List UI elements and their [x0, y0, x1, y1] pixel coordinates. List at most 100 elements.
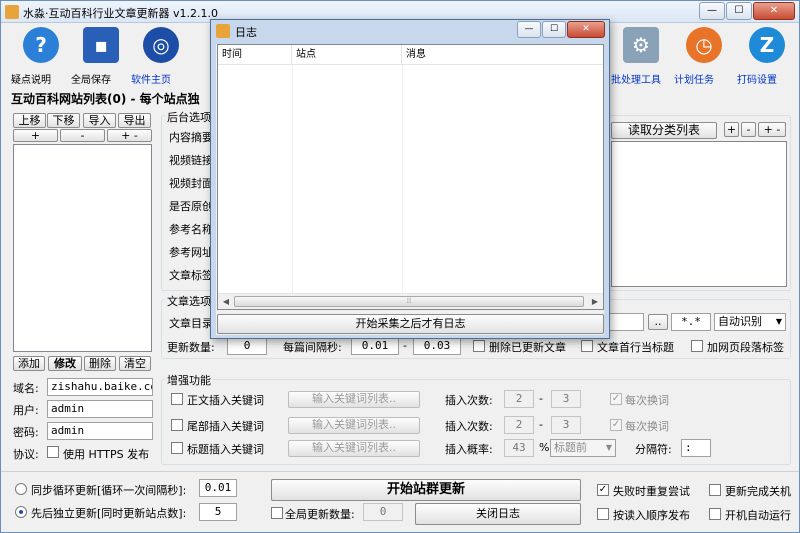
user-field[interactable]: admin: [47, 400, 153, 418]
global-count-checkbox[interactable]: [271, 507, 283, 519]
body-change-word-checkbox[interactable]: ✓: [610, 393, 622, 405]
independent-count-field[interactable]: 5: [199, 503, 237, 521]
log-dialog-client: 时间 站点 消息 ◀ ⦙⦙⦙ ▶ 开始采集之后才有日志: [216, 44, 604, 335]
backend-field-label: 视频封面: [169, 177, 213, 190]
toolbar-label: 全局保存: [71, 75, 111, 86]
minimize-button[interactable]: —: [699, 2, 725, 20]
interval-min-field[interactable]: 0.01: [351, 337, 399, 355]
remove-site-small-button[interactable]: -: [60, 129, 105, 142]
independent-mode-radio[interactable]: [15, 506, 27, 518]
toolbar-schedule[interactable]: ◷ 计划任务: [674, 27, 734, 86]
title-keyword-checkbox[interactable]: [171, 442, 183, 454]
log-minimize-button[interactable]: —: [517, 21, 541, 38]
shutdown-checkbox[interactable]: [709, 484, 721, 496]
interval-dash: -: [403, 339, 407, 352]
password-field[interactable]: admin: [47, 422, 153, 440]
log-dialog-titlebar[interactable]: 日志 — ☐ ✕: [211, 20, 609, 42]
scroll-thumb[interactable]: ⦙⦙⦙: [234, 296, 584, 307]
domain-field[interactable]: zishahu.baike.com: [47, 378, 153, 396]
browse-button[interactable]: ..: [648, 314, 668, 330]
title-position-select[interactable]: 标题前: [550, 439, 616, 457]
body-count-min[interactable]: 2: [504, 390, 534, 408]
category-toggle-button[interactable]: + -: [758, 122, 786, 137]
partial-icon: [193, 27, 211, 63]
move-up-button[interactable]: 上移: [13, 113, 46, 128]
encoding-select[interactable]: 自动识别: [714, 313, 786, 331]
scroll-right-icon[interactable]: ▶: [587, 294, 603, 309]
category-remove-button[interactable]: -: [741, 122, 756, 137]
enhance-group-title: 增强功能: [165, 372, 213, 388]
log-close-button[interactable]: ✕: [567, 21, 605, 38]
update-count-label: 更新数量:: [167, 341, 215, 354]
delete-updated-checkbox[interactable]: [473, 340, 485, 352]
toggle-site-small-button[interactable]: + -: [107, 129, 152, 142]
log-maximize-button[interactable]: ☐: [542, 21, 566, 38]
retry-checkbox[interactable]: ✓: [597, 484, 609, 496]
site-listbox[interactable]: [13, 144, 152, 352]
scroll-left-icon[interactable]: ◀: [218, 294, 234, 309]
log-column-site[interactable]: 站点: [292, 45, 402, 65]
toolbar-save[interactable]: ▪ 全局保存: [71, 27, 131, 86]
body-change-word-label: 每次换词: [625, 394, 669, 407]
add-button[interactable]: 添加: [13, 356, 45, 371]
category-listbox[interactable]: [611, 141, 787, 287]
article-dir-field[interactable]: [606, 313, 644, 331]
body-count-max[interactable]: 3: [551, 390, 581, 408]
autorun-checkbox[interactable]: [709, 508, 721, 520]
tail-keyword-checkbox[interactable]: [171, 419, 183, 431]
article-group-title: 文章选项: [165, 293, 213, 309]
append-tail-checkbox[interactable]: [691, 340, 703, 352]
log-listview[interactable]: 时间 站点 消息 ◀ ⦙⦙⦙ ▶: [217, 44, 604, 310]
body-keyword-checkbox[interactable]: [171, 393, 183, 405]
sequential-checkbox[interactable]: [597, 508, 609, 520]
log-column-headers: 时间 站点 消息: [218, 45, 603, 65]
column-divider: [402, 65, 403, 293]
add-site-small-button[interactable]: +: [13, 129, 58, 142]
independent-mode-label: 先后独立更新[同时更新站点数]:: [31, 507, 187, 520]
maximize-button[interactable]: ☐: [726, 2, 752, 20]
close-log-button[interactable]: 关闭日志: [415, 503, 581, 525]
toolbar-homepage[interactable]: ◎ 软件主页: [131, 27, 191, 86]
log-column-message[interactable]: 消息: [402, 45, 602, 65]
backend-field-label: 参考名称: [169, 223, 213, 236]
body-keyword-list-button[interactable]: 输入关键词列表..: [288, 391, 420, 408]
global-count-field[interactable]: 0: [363, 503, 403, 521]
close-button[interactable]: ✕: [753, 2, 795, 20]
sync-interval-field[interactable]: 0.01: [199, 479, 237, 497]
log-horizontal-scrollbar[interactable]: ◀ ⦙⦙⦙ ▶: [218, 293, 603, 309]
https-checkbox[interactable]: [47, 446, 59, 458]
clear-button[interactable]: 清空: [119, 356, 151, 371]
first-line-title-checkbox[interactable]: [581, 340, 593, 352]
title-probability-field[interactable]: 43: [504, 439, 534, 457]
export-button[interactable]: 导出: [118, 113, 151, 128]
save-icon: ▪: [83, 27, 119, 63]
edit-button[interactable]: 修改: [48, 356, 82, 371]
toolbar-captcha[interactable]: Z 打码设置: [737, 27, 797, 86]
toolbar-partial[interactable]: 89: [193, 27, 211, 63]
toolbar-batch[interactable]: ⚙ 批处理工具: [611, 27, 671, 86]
toolbar-label: 批处理工具: [611, 75, 661, 86]
tail-count-label: 插入次数:: [445, 420, 493, 433]
title-keyword-list-button[interactable]: 输入关键词列表..: [288, 440, 420, 457]
update-count-field[interactable]: 0: [227, 337, 267, 355]
tail-count-max[interactable]: 3: [551, 416, 581, 434]
toolbar-label: 软件主页: [131, 75, 171, 86]
delete-updated-label: 删除已更新文章: [489, 341, 566, 354]
log-status-button[interactable]: 开始采集之后才有日志: [217, 314, 604, 334]
separator-field[interactable]: :: [681, 439, 711, 457]
file-pattern-field[interactable]: *.*: [671, 313, 711, 331]
category-add-button[interactable]: +: [724, 122, 739, 137]
delete-button[interactable]: 删除: [84, 356, 116, 371]
fetch-category-button[interactable]: 读取分类列表: [611, 122, 717, 139]
start-update-button[interactable]: 开始站群更新: [271, 479, 581, 501]
interval-max-field[interactable]: 0.03: [413, 337, 461, 355]
tail-count-min[interactable]: 2: [504, 416, 534, 434]
toolbar-help[interactable]: ? 疑点说明: [11, 27, 71, 86]
import-button[interactable]: 导入: [83, 113, 116, 128]
sync-mode-radio[interactable]: [15, 483, 27, 495]
tail-keyword-list-button[interactable]: 输入关键词列表..: [288, 417, 420, 434]
tail-change-word-checkbox[interactable]: ✓: [610, 419, 622, 431]
protocol-label: 协议:: [13, 448, 39, 461]
log-column-time[interactable]: 时间: [218, 45, 292, 65]
move-down-button[interactable]: 下移: [47, 113, 80, 128]
